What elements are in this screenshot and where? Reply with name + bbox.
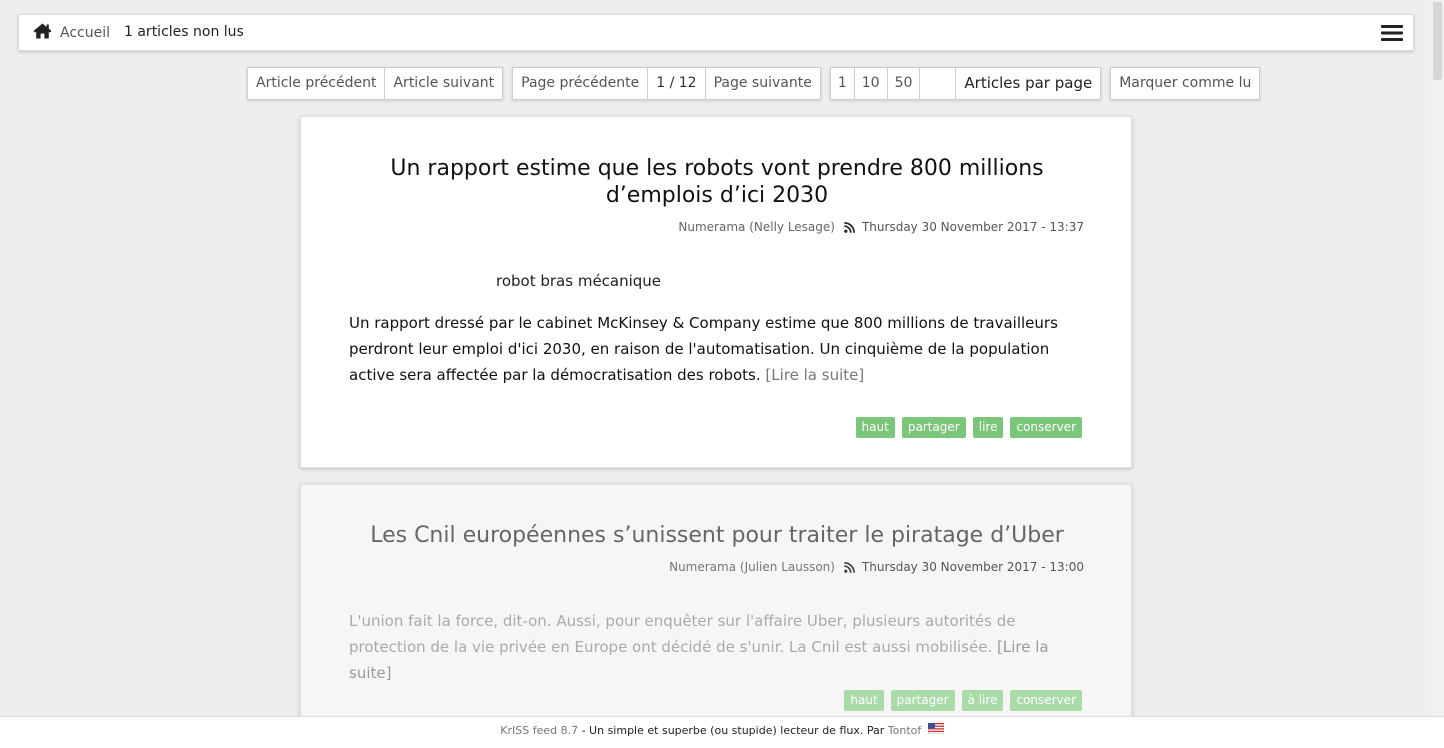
scrollbar-thumb[interactable]: [1433, 2, 1442, 80]
article-date: Thursday 30 November 2017 - 13:00: [861, 560, 1084, 574]
home-icon: [33, 23, 60, 43]
article-read: Les Cnil européennes s’unissent pour tra…: [300, 484, 1132, 744]
read-action-button[interactable]: lire: [972, 417, 1004, 438]
article-actions: haut partager à lire conserver: [837, 690, 1082, 711]
article-actions: haut partager lire conserver: [849, 417, 1082, 438]
toolbar: Article précédent Article suivant Page p…: [247, 67, 1261, 100]
read-more-link[interactable]: [Lire la suite]: [765, 366, 864, 384]
per-page-submit-button[interactable]: Articles par page: [956, 68, 1101, 99]
to-read-action-button[interactable]: à lire: [961, 690, 1004, 711]
article-title[interactable]: Un rapport estime que les robots vont pr…: [349, 155, 1085, 209]
home-label: Accueil: [60, 25, 110, 41]
footer-text: - Un simple et superbe (ou stupide) lect…: [578, 724, 888, 737]
article-title[interactable]: Les Cnil européennes s’unissent pour tra…: [349, 522, 1085, 549]
per-page-group: 1 10 50 Articles par page: [829, 67, 1102, 100]
mark-read-group: Marquer comme lu: [1110, 67, 1261, 100]
article-text: Un rapport dressé par le cabinet McKinse…: [349, 314, 1058, 384]
article-current: Un rapport estime que les robots vont pr…: [300, 116, 1132, 468]
footer: KrISS feed 8.7 - Un simple et superbe (o…: [0, 716, 1444, 748]
prev-page-button[interactable]: Page précédente: [513, 68, 649, 99]
share-action-button[interactable]: partager: [901, 417, 966, 438]
article-content: Un rapport dressé par le cabinet McKinse…: [349, 310, 1085, 388]
per-page-10-button[interactable]: 10: [854, 68, 888, 99]
author-link[interactable]: Tontof: [888, 724, 921, 737]
article-content: L'union fait la force, dit-on. Aussi, po…: [349, 608, 1085, 686]
article-text: L'union fait la force, dit-on. Aussi, po…: [349, 612, 1016, 656]
share-action-button[interactable]: partager: [890, 690, 955, 711]
page-nav-group: Page précédente 1 / 12 Page suivante: [512, 67, 821, 100]
top-action-button[interactable]: haut: [844, 690, 884, 711]
top-action-button[interactable]: haut: [855, 417, 895, 438]
home-link[interactable]: Accueil: [33, 23, 110, 43]
article-meta: Numerama (Julien Lausson) Thursday 30 No…: [669, 560, 1084, 574]
top-navbar: Accueil 1 articles non lus: [18, 14, 1414, 51]
article-nav-group: Article précédent Article suivant: [247, 67, 504, 100]
article-meta: Numerama (Nelly Lesage) Thursday 30 Nove…: [678, 220, 1084, 234]
article-source[interactable]: Numerama (Julien Lausson): [669, 560, 835, 574]
unread-count[interactable]: 1 articles non lus: [124, 24, 244, 40]
page-scrollbar[interactable]: [1431, 0, 1444, 716]
keep-action-button[interactable]: conserver: [1010, 417, 1082, 438]
per-page-1-button[interactable]: 1: [830, 68, 855, 99]
per-page-50-button[interactable]: 50: [887, 68, 921, 99]
rss-icon[interactable]: [844, 561, 855, 573]
article-date: Thursday 30 November 2017 - 13:37: [861, 220, 1084, 234]
next-page-button[interactable]: Page suivante: [705, 68, 820, 99]
keep-action-button[interactable]: conserver: [1010, 690, 1082, 711]
per-page-input[interactable]: [920, 68, 957, 99]
prev-article-button[interactable]: Article précédent: [248, 68, 386, 99]
rss-icon[interactable]: [844, 221, 855, 233]
page-indicator: 1 / 12: [648, 68, 706, 99]
hamburger-menu-icon[interactable]: [1381, 23, 1403, 43]
article-image-alt-text: robot bras mécanique: [496, 272, 662, 290]
us-flag-icon[interactable]: [927, 717, 944, 745]
next-article-button[interactable]: Article suivant: [385, 68, 503, 99]
mark-read-button[interactable]: Marquer comme lu: [1111, 68, 1260, 99]
app-name-link[interactable]: KrISS feed 8.7: [500, 724, 578, 737]
article-source[interactable]: Numerama (Nelly Lesage): [678, 220, 835, 234]
